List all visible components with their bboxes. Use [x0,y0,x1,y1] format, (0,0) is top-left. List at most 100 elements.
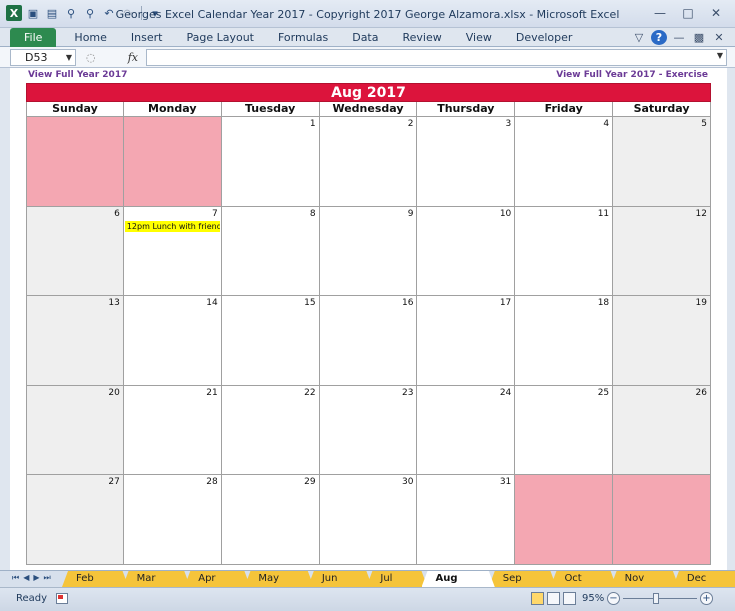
calendar-grid: 1 2 3 4 5 6 7 12pm Lunch with friends 8 9 10 11 12 13… [26,117,711,565]
day-cell[interactable]: 5 [613,117,711,207]
day-cell[interactable]: 6 [26,206,124,296]
tab-file[interactable]: File [10,28,57,47]
day-number: 6 [114,208,120,219]
day-cell[interactable]: 1 [221,117,320,207]
help-icon[interactable]: ? [651,30,667,45]
day-number: 2 [407,119,414,129]
next-sheet-icon[interactable]: ▶ [33,573,39,583]
day-cell[interactable]: 24 [417,385,516,475]
tab-view[interactable]: View [454,28,504,47]
page-layout-view-icon[interactable] [547,592,560,605]
name-box[interactable]: D53 ▼ [10,49,76,66]
zoom-in-icon[interactable]: + [700,592,713,605]
sheet-tab[interactable]: Jul 2017 [366,571,427,587]
day-cell[interactable]: 3 [417,117,516,207]
chevron-down-icon[interactable]: ▼ [66,50,72,65]
day-number: 14 [206,298,218,308]
day-cell[interactable]: 15 [221,296,320,386]
prev-sheet-icon[interactable]: ◀ [23,573,29,583]
page-break-view-icon[interactable] [563,592,576,605]
first-sheet-icon[interactable]: ⏮ [12,573,19,583]
tab-developer[interactable]: Developer [504,28,585,47]
day-number: 31 [499,477,512,487]
tab-review[interactable]: Review [390,28,453,47]
sheet-tab[interactable]: Dec 2017 [673,571,735,587]
ribbon-right-controls: ▽ ? — ▩ ✕ [631,30,727,45]
sheet-tab[interactable]: Jun 2017 [308,571,373,587]
tab-formulas[interactable]: Formulas [266,28,340,47]
workbook-restore-icon[interactable]: ▩ [691,31,707,44]
day-cell[interactable]: 14 [123,296,222,386]
day-cell[interactable]: 25 [515,385,614,475]
macro-recording-icon[interactable] [56,593,68,604]
view-full-year-link[interactable]: View Full Year 2017 [28,70,127,80]
formula-input[interactable]: ▼ [146,49,727,66]
normal-view-icon[interactable] [531,592,544,605]
day-cell[interactable]: 17 [417,296,516,386]
day-number: 11 [597,208,610,219]
zoom-out-icon[interactable]: − [607,592,620,605]
blank-day-cell[interactable] [26,117,124,207]
day-cell[interactable]: 21 [123,385,222,475]
tab-data[interactable]: Data [340,28,390,47]
day-cell[interactable]: 16 [319,296,418,386]
sheet-tab[interactable]: Oct 2017 [550,571,616,587]
zoom-slider-thumb[interactable] [653,593,660,604]
sheet-tab[interactable]: Aug 2017 [422,571,495,587]
workbook-close-icon[interactable]: ✕ [711,31,727,44]
day-cell[interactable]: 7 12pm Lunch with friends [123,206,222,296]
view-full-year-exercise-link[interactable]: View Full Year 2017 - Exercise [556,70,708,80]
sheet-tab[interactable]: Apr 2017 [184,571,250,587]
day-cell[interactable]: 29 [221,475,320,565]
day-cell[interactable]: 9 [319,206,418,296]
worksheet[interactable]: View Full Year 2017 View Full Year 2017 … [10,68,727,570]
day-cell[interactable]: 11 [515,206,614,296]
restore-icon[interactable]: □ [675,4,701,22]
tab-home[interactable]: Home [62,28,118,47]
zoom-level[interactable]: 95% [582,593,604,604]
expand-formula-icon[interactable]: ▼ [717,51,723,60]
sheet-tab[interactable]: May 2017 [244,571,313,587]
blank-day-cell[interactable] [613,475,711,565]
day-cell[interactable]: 4 [515,117,614,207]
day-cell[interactable]: 31 [417,475,516,565]
last-sheet-icon[interactable]: ⏭ [44,573,51,583]
insert-function-icon[interactable]: fx [128,51,138,64]
day-cell[interactable]: 13 [26,296,124,386]
sheet-tab[interactable]: Nov 2017 [611,571,679,587]
tab-insert[interactable]: Insert [119,28,175,47]
day-number: 5 [701,119,707,129]
day-cell[interactable]: 10 [417,206,516,296]
sheet-tab[interactable]: Feb 2017 [62,571,129,587]
day-cell[interactable]: 12 [613,206,711,296]
day-cell[interactable]: 28 [123,475,222,565]
day-cell[interactable]: 8 [221,206,320,296]
day-cell[interactable]: 26 [613,385,711,475]
sheet-tab[interactable]: Sep 2017 [489,571,557,587]
workbook-minimize-icon[interactable]: — [671,31,687,44]
day-cell[interactable]: 30 [319,475,418,565]
day-header-tuesday: Tuesday [221,102,320,117]
day-cell[interactable]: 19 [613,296,711,386]
day-cell[interactable]: 23 [319,385,418,475]
status-ready: Ready [16,593,48,604]
close-icon[interactable]: ✕ [703,4,729,22]
tab-page-layout[interactable]: Page Layout [174,28,266,47]
day-cell[interactable]: 20 [26,385,124,475]
day-number: 1 [309,119,316,129]
day-cell[interactable]: 22 [221,385,320,475]
day-cell[interactable]: 27 [26,475,124,565]
blank-day-cell[interactable] [123,117,222,207]
calendar-event[interactable]: 12pm Lunch with friends [124,220,220,232]
expand-handle-icon[interactable]: ◌ [86,51,96,64]
day-cell[interactable]: 18 [515,296,614,386]
formula-bar: D53 ▼ ◌ fx ▼ [0,47,735,68]
sheet-tab[interactable]: Mar 2017 [123,571,191,587]
zoom-slider-track[interactable] [623,598,697,599]
day-number: 28 [206,477,218,487]
minimize-icon[interactable]: — [647,4,673,22]
blank-day-cell[interactable] [515,475,614,565]
ribbon-collapse-icon[interactable]: ▽ [631,31,647,44]
day-number: 18 [597,298,610,308]
day-cell[interactable]: 2 [319,117,418,207]
